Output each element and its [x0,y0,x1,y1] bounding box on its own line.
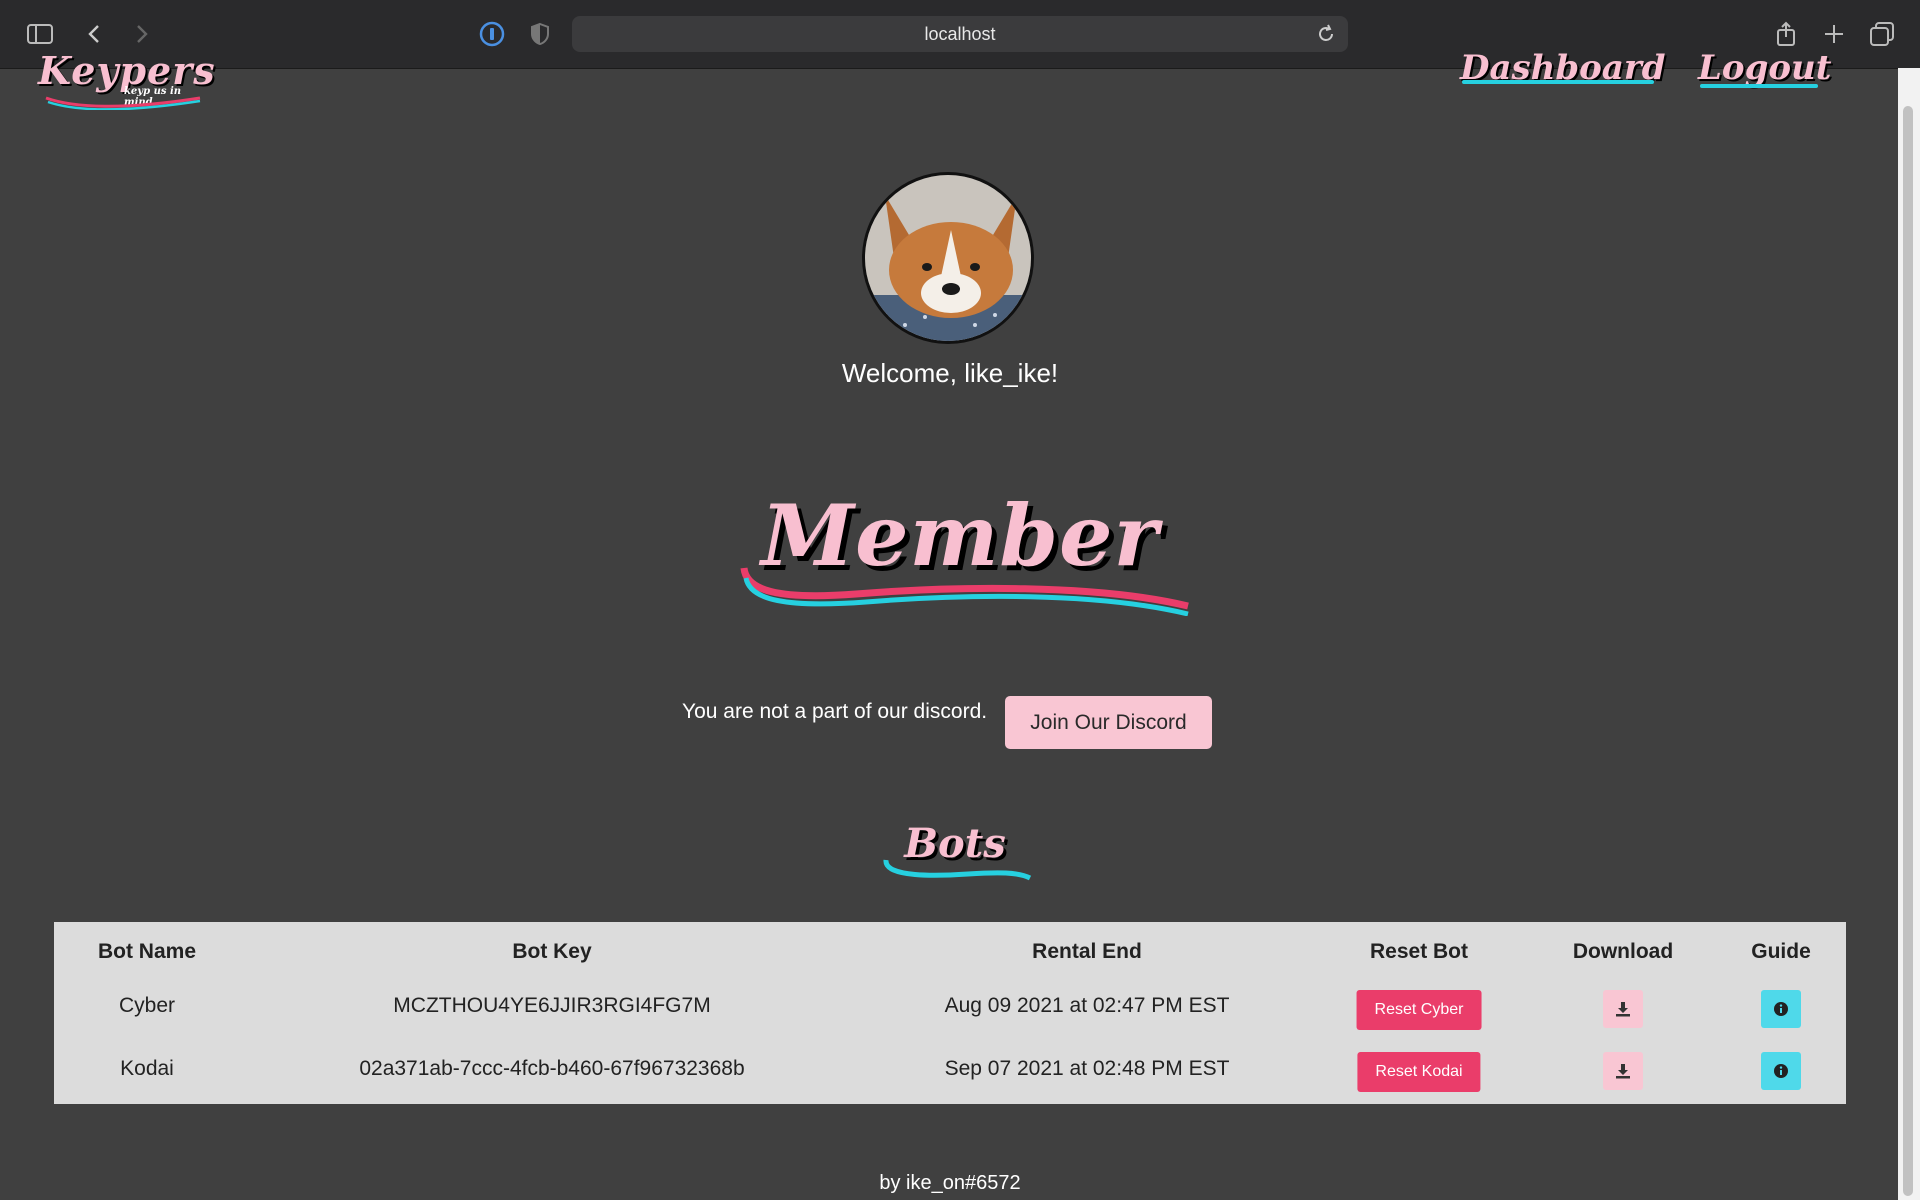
welcome-message: Welcome, like_ike! [841,358,1059,388]
avatar [862,172,1034,344]
discord-status-text: You are not a part of our discord. [682,700,988,723]
column-header-download: Download [1572,940,1674,963]
info-icon [1774,1002,1788,1016]
back-icon[interactable] [80,20,108,48]
guide-kodai-button[interactable] [1761,1052,1801,1090]
password-manager-icon[interactable] [478,20,506,48]
table-cell-bot-key: 02a371ab-7ccc-4fcb-b460-67f96732368b [359,1057,745,1080]
download-cyber-button[interactable] [1603,990,1643,1028]
column-header-bot-name: Bot Name [97,940,197,963]
page-scrollbar[interactable] [1898,68,1920,1200]
download-icon [1616,1002,1630,1017]
new-tab-icon[interactable] [1820,20,1848,48]
scrollbar-thumb[interactable] [1903,106,1913,1196]
address-bar[interactable]: localhost [572,16,1348,52]
sidebar-icon[interactable] [26,20,54,48]
tabs-overview-icon[interactable] [1868,20,1896,48]
join-discord-button[interactable]: Join Our Discord [1005,696,1212,749]
download-kodai-button[interactable] [1603,1052,1643,1090]
bots-table: Bot Name Bot Key Rental End Reset Bot Do… [54,922,1846,1104]
table-cell-bot-name: Kodai [120,1057,174,1080]
table-cell-rental-end: Sep 07 2021 at 02:48 PM EST [944,1057,1230,1080]
column-header-bot-key: Bot Key [512,940,592,963]
nav-logout-link[interactable]: Logout [1698,48,1831,88]
logo-swoosh [45,96,201,110]
table-cell-bot-name: Cyber [118,994,176,1017]
shield-icon[interactable] [526,20,554,48]
column-header-reset-bot: Reset Bot [1369,940,1469,963]
table-cell-bot-key: MCZTHOU4YE6JJIR3RGI4FG7M [393,994,711,1017]
reload-icon[interactable] [1314,22,1338,46]
dashboard-underline [1462,80,1654,84]
forward-icon[interactable] [128,20,156,48]
corgi-avatar-image [865,175,1031,341]
member-swoosh [740,567,1189,616]
download-icon [1616,1064,1630,1079]
url-text: localhost [924,23,996,44]
reset-kodai-button[interactable]: Reset Kodai [1357,1052,1481,1092]
table-cell-rental-end: Aug 09 2021 at 02:47 PM EST [944,994,1230,1017]
share-icon[interactable] [1772,20,1800,48]
guide-cyber-button[interactable] [1761,990,1801,1028]
reset-cyber-button[interactable]: Reset Cyber [1356,990,1482,1030]
column-header-rental-end: Rental End [1032,940,1142,963]
column-header-guide: Guide [1751,940,1811,963]
footer-credit: by ike_on#6572 [879,1172,1021,1194]
site-logo[interactable]: Keypers keyp us in mind [38,48,215,110]
logout-underline [1700,84,1818,88]
bots-swoosh [883,859,1032,881]
info-icon [1774,1064,1788,1078]
